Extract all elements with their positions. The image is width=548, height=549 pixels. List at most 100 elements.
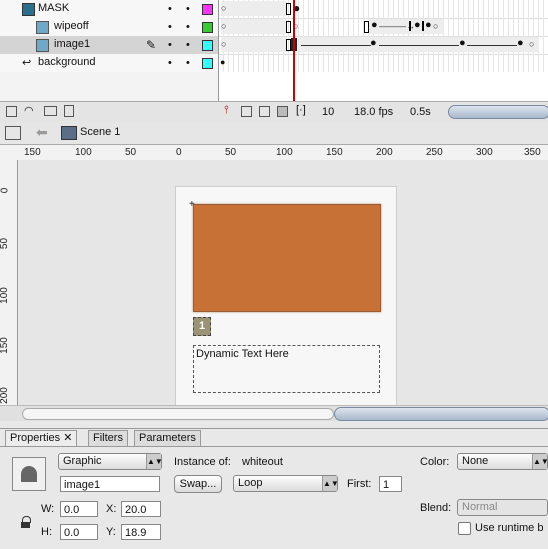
graphic-icon <box>21 466 37 482</box>
trash-icon[interactable] <box>64 105 74 117</box>
layer-row-background[interactable]: ↩ background • • <box>0 54 218 73</box>
tab-parameters[interactable]: Parameters <box>134 430 201 446</box>
symbol-type-select[interactable]: Graphic ▲▼ <box>58 453 163 470</box>
width-field[interactable]: 0.0 <box>60 501 98 517</box>
ruler-label: 300 <box>476 147 493 158</box>
layer-color-box[interactable] <box>202 40 213 51</box>
h-label: H: <box>41 526 52 538</box>
layer-name: MASK <box>38 2 70 14</box>
dynamic-text-field[interactable]: Dynamic Text Here <box>193 345 380 393</box>
loop-select[interactable]: Loop ▲▼ <box>233 475 339 492</box>
keyframe-filled[interactable]: ● <box>414 19 421 31</box>
timeline-scrollbar[interactable] <box>448 105 548 119</box>
y-field[interactable]: 18.9 <box>121 524 161 540</box>
vertical-ruler: 0 50 100 150 200 <box>0 160 18 405</box>
frame-marker <box>409 21 411 31</box>
tab-filters[interactable]: Filters <box>88 430 128 446</box>
chevron-down-icon: ▲▼ <box>532 454 548 469</box>
layer-row-wipeoff[interactable]: wipeoff • • <box>0 18 218 37</box>
scene-name[interactable]: Scene 1 <box>80 126 120 138</box>
layer-color-box[interactable] <box>202 22 213 33</box>
ruler-label: 150 <box>0 337 10 354</box>
back-arrow-icon[interactable]: ⬅ <box>36 124 48 141</box>
x-field[interactable]: 20.0 <box>121 501 161 517</box>
lock-dot[interactable]: • <box>186 56 192 70</box>
visibility-dot[interactable]: • <box>168 56 174 70</box>
image-placeholder[interactable] <box>193 204 381 312</box>
layer-row-image1[interactable]: image1 ✎ • • <box>0 36 218 55</box>
stage-scrollbar[interactable] <box>0 405 548 421</box>
timeline-statusbar: ◠ ⫯ [·] 10 18.0 fps 0.5s <box>0 101 548 123</box>
masked-layer-icon <box>36 21 49 34</box>
chevron-down-icon: ▲▼ <box>322 476 339 491</box>
badge[interactable]: 1 <box>193 317 211 336</box>
keyframe-filled[interactable]: ● <box>370 37 377 49</box>
ruler-label: 200 <box>376 147 393 158</box>
add-layer-icon[interactable] <box>6 106 17 117</box>
keyframe-empty[interactable]: ○ <box>221 3 226 13</box>
frame-row[interactable]: ● <box>219 54 548 73</box>
onion-outline-icon[interactable] <box>259 106 270 117</box>
lock-dot[interactable]: • <box>186 20 192 34</box>
keyframe-filled[interactable]: ● <box>220 57 225 67</box>
playhead[interactable] <box>293 0 295 101</box>
ruler-label: 50 <box>0 237 11 250</box>
center-frame-icon[interactable]: ⫯ <box>224 104 229 117</box>
scene-clapper-icon <box>61 126 77 140</box>
visibility-dot[interactable]: • <box>168 38 174 52</box>
pencil-icon: ✎ <box>146 38 157 52</box>
height-field[interactable]: 0.0 <box>60 524 98 540</box>
frame-rate: 18.0 fps <box>354 106 394 118</box>
ruler-label: 50 <box>225 147 237 158</box>
onion-skin-icon[interactable] <box>241 106 252 117</box>
visibility-dot[interactable]: • <box>168 2 174 16</box>
runtime-label: Use runtime b <box>475 522 544 534</box>
blend-select[interactable]: Normal <box>457 499 548 516</box>
keyframe-empty[interactable]: ○ <box>221 39 226 49</box>
color-select[interactable]: None ▲▼ <box>457 453 548 470</box>
keyframe-empty[interactable]: ○ <box>221 21 226 31</box>
layer-row-mask[interactable]: MASK • • <box>0 0 218 19</box>
frames-grid[interactable]: ○ ● ○ ○ ● ———→ ● ● ○ ○ ● ● ● ○ ● <box>218 0 548 101</box>
onion-markers-icon[interactable]: [·] <box>296 104 306 116</box>
frame-end-marker <box>286 3 291 15</box>
frame-row[interactable]: ○ ○ ● ———→ ● ● ○ <box>219 18 548 37</box>
chevron-down-icon: ▲▼ <box>146 454 163 469</box>
layer-list-empty <box>0 72 218 101</box>
frame-row[interactable]: ○ ● ● ● ○ <box>219 36 548 55</box>
frame-row[interactable]: ○ ● <box>219 0 548 19</box>
keyframe-filled[interactable]: ● <box>517 37 524 49</box>
first-frame-field[interactable]: 1 <box>379 476 402 492</box>
edit-bar: ⬅ Scene 1 <box>0 122 548 145</box>
keyframe-filled[interactable]: ● <box>371 19 378 31</box>
visibility-dot[interactable]: • <box>168 20 174 34</box>
mask-layer-icon <box>22 3 35 16</box>
lock-dot[interactable]: • <box>186 38 192 52</box>
runtime-checkbox[interactable] <box>458 522 471 535</box>
blend-label: Blend: <box>420 502 452 514</box>
w-label: W: <box>41 503 55 515</box>
folder-icon[interactable] <box>44 106 57 116</box>
timeline-toggle-icon[interactable] <box>5 126 21 140</box>
keyframe-filled[interactable]: ● <box>425 19 432 31</box>
tab-properties[interactable]: Properties ✕ <box>5 430 78 446</box>
edit-multiple-frames-icon[interactable] <box>277 106 288 117</box>
symbol-type-value: Graphic <box>63 455 102 467</box>
keyframe-filled[interactable]: ● <box>459 37 466 49</box>
first-label: First: <box>347 478 372 490</box>
x-label: X: <box>106 503 117 515</box>
lock-dot[interactable]: • <box>186 2 192 16</box>
scroll-thumb[interactable] <box>334 407 548 421</box>
layer-color-box[interactable] <box>202 4 213 15</box>
keyframe-empty[interactable]: ○ <box>433 21 438 31</box>
keyframe-empty[interactable]: ○ <box>529 39 534 49</box>
layer-name: wipeoff <box>54 20 89 32</box>
dynamic-text: Dynamic Text Here <box>196 348 289 360</box>
instance-name-field[interactable]: image1 <box>60 476 160 492</box>
swap-button[interactable]: Swap... <box>174 475 222 493</box>
tab-divider <box>0 446 548 447</box>
layer-color-box[interactable] <box>202 58 213 69</box>
add-guide-icon[interactable]: ◠ <box>24 104 34 117</box>
scroll-track[interactable] <box>22 408 334 420</box>
loop-value: Loop <box>238 477 263 489</box>
